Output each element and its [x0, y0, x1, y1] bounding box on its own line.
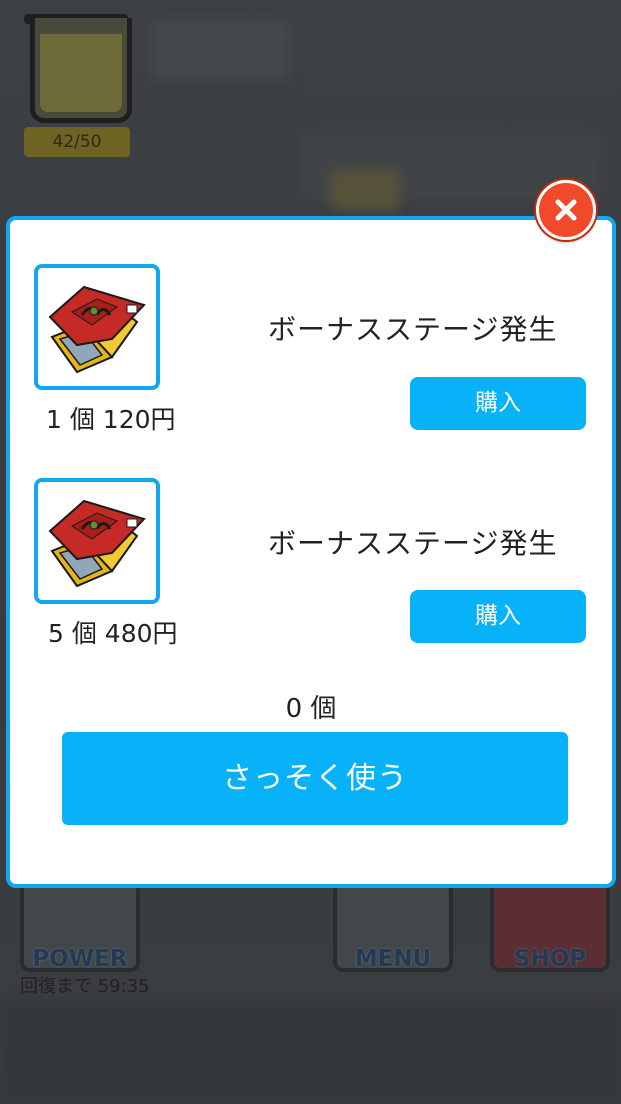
item-price: 5 個 480円 — [48, 619, 178, 648]
bg-shape — [330, 170, 400, 210]
close-button[interactable] — [536, 180, 596, 240]
gauge-counter: 42/50 — [24, 127, 130, 157]
purchase-dialog: 1 個 120円 ボーナスステージ発生 購入 5 個 480円 ボーナスステージ… — [6, 216, 616, 888]
shop-button[interactable]: SHOP — [490, 880, 610, 972]
bg-shape — [150, 20, 290, 80]
shop-button-label: SHOP — [513, 946, 587, 972]
owned-count: 0 個 — [285, 694, 337, 724]
power-button[interactable]: POWER — [20, 880, 140, 972]
item-image-card — [34, 478, 160, 604]
buy-button-1[interactable]: 購入 — [410, 377, 586, 430]
bonus-box-icon — [48, 499, 146, 588]
item-price: 1 個 120円 — [46, 405, 176, 434]
menu-button[interactable]: MENU — [333, 880, 453, 972]
close-icon — [555, 199, 577, 221]
item-description: ボーナスステージ発生 — [268, 313, 558, 346]
use-now-button[interactable]: さっそく使う — [62, 732, 568, 825]
buy-button-2[interactable]: 購入 — [410, 590, 586, 643]
menu-button-label: MENU — [354, 946, 432, 972]
item-description: ボーナスステージ発生 — [268, 527, 558, 560]
bg-shape — [0, 1000, 621, 1104]
beaker-fill — [40, 34, 122, 112]
beaker-gauge — [30, 18, 132, 123]
recovery-timer: 回復まで 59:35 — [20, 976, 150, 997]
item-image-card — [34, 264, 160, 390]
bonus-box-icon — [48, 285, 146, 374]
power-button-label: POWER — [32, 946, 128, 972]
